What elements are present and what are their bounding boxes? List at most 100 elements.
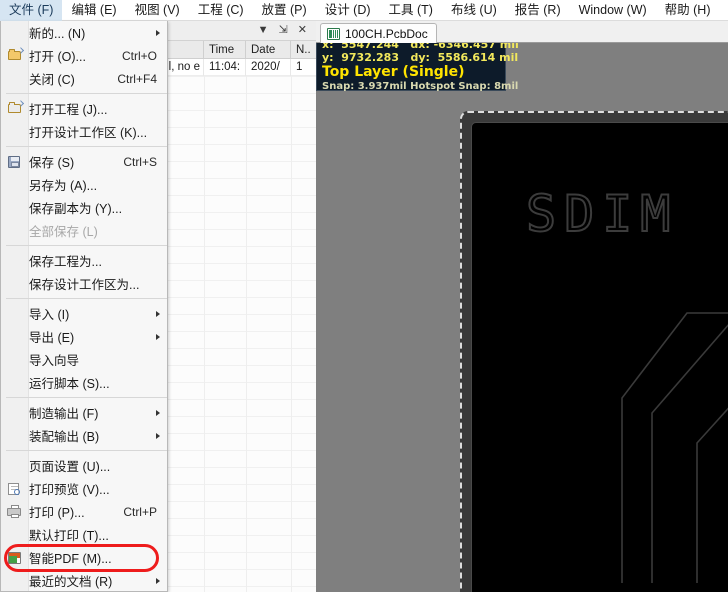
- submenu-arrow-icon: [156, 30, 160, 36]
- pcb-coordinate-status: x: 5547.244 dx: -6346.457 mil y: 9732.28…: [316, 35, 519, 92]
- menu-separator: [6, 245, 167, 246]
- menu-item-print-preview[interactable]: 打印预览 (V)...: [1, 477, 167, 500]
- menu-item-open[interactable]: 打开 (O)... Ctrl+O: [1, 44, 167, 67]
- column-header-date[interactable]: Date: [246, 40, 291, 59]
- submenu-arrow-icon: [156, 578, 160, 584]
- menu-item-import[interactable]: 导入 (I): [1, 302, 167, 325]
- menu-item-recent-documents[interactable]: 最近的文档 (R): [1, 569, 167, 592]
- save-icon: [7, 154, 23, 169]
- menu-edit[interactable]: 编辑 (E): [62, 0, 125, 21]
- cell-time: 11:04:: [204, 58, 246, 76]
- column-header-n[interactable]: N..: [291, 41, 316, 59]
- menu-tools[interactable]: 工具 (T): [380, 0, 442, 21]
- menu-reports[interactable]: 报告 (R): [506, 0, 570, 21]
- submenu-arrow-icon: [156, 410, 160, 416]
- menu-place[interactable]: 放置 (P): [253, 0, 316, 21]
- menu-item-save-as[interactable]: 另存为 (A)...: [1, 173, 167, 196]
- menu-window[interactable]: Window (W): [570, 0, 656, 21]
- menu-item-open-workspace[interactable]: 打开设计工作区 (K)...: [1, 120, 167, 143]
- menu-item-label: 制造输出 (F): [29, 407, 99, 421]
- menu-item-assembly-outputs[interactable]: 装配输出 (B): [1, 424, 167, 447]
- menu-item-label: 保存 (S): [29, 156, 75, 170]
- menu-item-save[interactable]: 保存 (S) Ctrl+S: [1, 150, 167, 173]
- silkscreen-label: SDIM: [525, 184, 679, 244]
- menu-item-label: 打印 (P)...: [29, 506, 85, 520]
- column-header-time[interactable]: Time: [204, 40, 246, 59]
- menu-separator: [6, 397, 167, 398]
- menu-item-label: 导入向导: [29, 354, 80, 368]
- menu-design[interactable]: 设计 (D): [316, 0, 380, 21]
- menu-item-label: 打开设计工作区 (K)...: [29, 126, 148, 140]
- panel-dropdown-icon[interactable]: ▼: [258, 25, 269, 36]
- menu-item-save-workspace-as[interactable]: 保存设计工作区为...: [1, 272, 167, 295]
- pcb-traces: [621, 312, 728, 583]
- menu-item-label: 另存为 (A)...: [29, 179, 98, 193]
- panel-grid-column-1: [204, 76, 205, 592]
- document-tab-strip: 100CH.PcbDoc: [316, 21, 728, 43]
- menu-file[interactable]: 文件 (F): [0, 0, 63, 21]
- tab-label: 100CH.PcbDoc: [345, 26, 428, 41]
- submenu-arrow-icon: [156, 311, 160, 317]
- panel-pin-icon[interactable]: ⇲: [279, 25, 288, 36]
- menu-item-label: 关闭 (C): [29, 73, 75, 87]
- printer-icon: [7, 504, 23, 519]
- menu-item-label: 全部保存 (L): [29, 225, 98, 239]
- menu-item-label: 打开 (O)...: [29, 50, 86, 64]
- menu-item-shortcut: Ctrl+P: [123, 504, 157, 519]
- menu-item-export[interactable]: 导出 (E): [1, 325, 167, 348]
- menu-item-label: 默认打印 (T)...: [29, 529, 109, 543]
- menu-item-label: 运行脚本 (S)...: [29, 377, 110, 391]
- menu-item-run-script[interactable]: 运行脚本 (S)...: [1, 371, 167, 394]
- tab-100ch-pcbdoc[interactable]: 100CH.PcbDoc: [320, 23, 437, 43]
- menu-route[interactable]: 布线 (U): [442, 0, 506, 21]
- panel-close-icon[interactable]: ✕: [298, 25, 307, 36]
- submenu-arrow-icon: [156, 433, 160, 439]
- menu-item-save-copy-as[interactable]: 保存副本为 (Y)...: [1, 196, 167, 219]
- file-menu-list: 新的... (N) 打开 (O)... Ctrl+O 关闭 (C) Ctrl+F4 打开工…: [1, 21, 167, 592]
- print-preview-icon: [7, 481, 23, 496]
- menu-item-close[interactable]: 关闭 (C) Ctrl+F4: [1, 67, 167, 90]
- board-outline: SDIM: [460, 111, 728, 592]
- pcb-document-icon: [327, 27, 340, 40]
- menu-item-print[interactable]: 打印 (P)... Ctrl+P: [1, 500, 167, 523]
- menu-view[interactable]: 视图 (V): [126, 0, 189, 21]
- status-snap-info: Snap: 3.937mil Hotspot Snap: 8mil: [322, 81, 519, 92]
- cell-n: 1: [296, 60, 303, 73]
- menu-item-label: 保存设计工作区为...: [29, 278, 140, 292]
- board-surface: SDIM: [471, 122, 728, 592]
- application-window: 文件 (F) 编辑 (E) 视图 (V) 工程 (C) 放置 (P) 设计 (D) 工具 (…: [0, 0, 728, 592]
- menu-item-save-all[interactable]: 全部保存 (L): [1, 219, 167, 242]
- menu-item-open-project[interactable]: 打开工程 (J)...: [1, 97, 167, 120]
- menu-item-label: 导出 (E): [29, 331, 75, 345]
- menu-item-save-project-as[interactable]: 保存工程为...: [1, 249, 167, 272]
- menu-item-label: 最近的文档 (R): [29, 575, 113, 589]
- menu-item-shortcut: Ctrl+O: [121, 48, 157, 63]
- menu-project[interactable]: 工程 (C): [189, 0, 253, 21]
- menu-item-label: 智能PDF (M)...: [29, 552, 112, 566]
- menu-separator: [6, 93, 167, 94]
- menu-item-page-setup[interactable]: 页面设置 (U)...: [1, 454, 167, 477]
- submenu-arrow-icon: [156, 334, 160, 340]
- menu-help[interactable]: 帮助 (H): [656, 0, 720, 21]
- menu-item-import-wizard[interactable]: 导入向导: [1, 348, 167, 371]
- pcb-canvas[interactable]: SDIM x: 5547.244 dx: -6346.457 mil y: 97…: [316, 21, 728, 592]
- status-coord-y: y: 9732.283 dy: 5586.614 mil: [322, 51, 519, 64]
- menu-item-label: 新的... (N): [29, 27, 86, 41]
- menu-item-shortcut: Ctrl+F4: [117, 71, 157, 86]
- menu-bar: 文件 (F) 编辑 (E) 视图 (V) 工程 (C) 放置 (P) 设计 (D) 工具 (…: [0, 0, 728, 21]
- folder-open-icon: [7, 48, 23, 63]
- menu-item-default-print[interactable]: 默认打印 (T)...: [1, 523, 167, 546]
- menu-item-label: 保存工程为...: [29, 255, 102, 269]
- menu-item-label: 装配输出 (B): [29, 430, 100, 444]
- menu-item-label: 打开工程 (J)...: [29, 103, 108, 117]
- menu-item-label: 导入 (I): [29, 308, 70, 322]
- menu-separator: [6, 298, 167, 299]
- menu-item-new[interactable]: 新的... (N): [1, 21, 167, 44]
- menu-item-fabrication-outputs[interactable]: 制造输出 (F): [1, 401, 167, 424]
- panel-grid-column-3: [291, 76, 292, 592]
- panel-grid-column-2: [246, 76, 247, 592]
- menu-item-label: 页面设置 (U)...: [29, 460, 111, 474]
- menu-separator: [6, 450, 167, 451]
- menu-item-smart-pdf[interactable]: 智能PDF (M)...: [1, 546, 167, 569]
- pcb-board: SDIM: [460, 111, 728, 592]
